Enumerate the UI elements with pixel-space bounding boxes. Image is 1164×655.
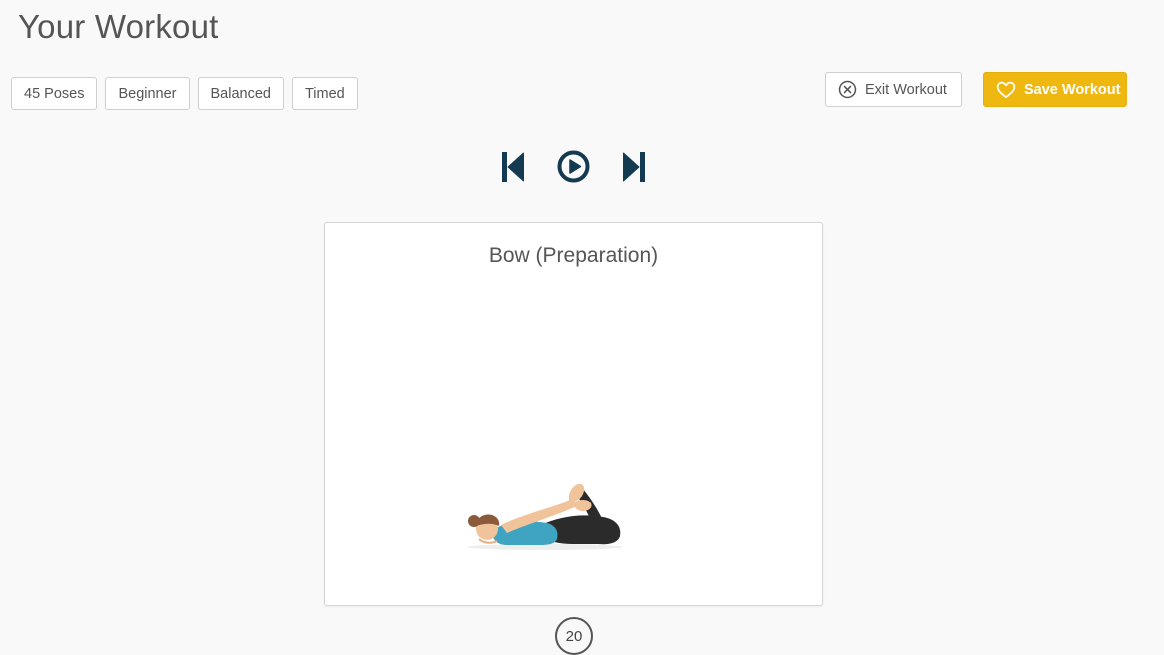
player-controls	[500, 150, 648, 184]
save-workout-label: Save Workout	[1024, 81, 1121, 98]
pose-timer: 20	[555, 617, 593, 655]
tag-level[interactable]: Beginner	[105, 77, 190, 110]
save-workout-button[interactable]: Save Workout	[983, 72, 1127, 107]
page-title: Your Workout	[18, 8, 219, 45]
skip-next-icon[interactable]	[623, 152, 645, 187]
tag-focus[interactable]: Balanced	[197, 77, 284, 110]
exit-workout-label: Exit Workout	[865, 81, 947, 98]
play-circle-icon[interactable]	[557, 150, 590, 188]
workout-tags: 45 Poses Beginner Balanced Timed	[11, 77, 358, 110]
pose-card: Bow (Preparation)	[324, 222, 823, 606]
tag-pose-count[interactable]: 45 Poses	[11, 77, 98, 110]
exit-workout-button[interactable]: Exit Workout	[825, 72, 962, 107]
close-circle-icon	[838, 80, 857, 99]
skip-previous-icon[interactable]	[502, 152, 524, 187]
tag-mode[interactable]: Timed	[291, 77, 358, 110]
yoga-bow-pose-illustration	[463, 481, 628, 558]
heart-icon	[996, 81, 1016, 99]
pose-name: Bow (Preparation)	[488, 244, 659, 267]
